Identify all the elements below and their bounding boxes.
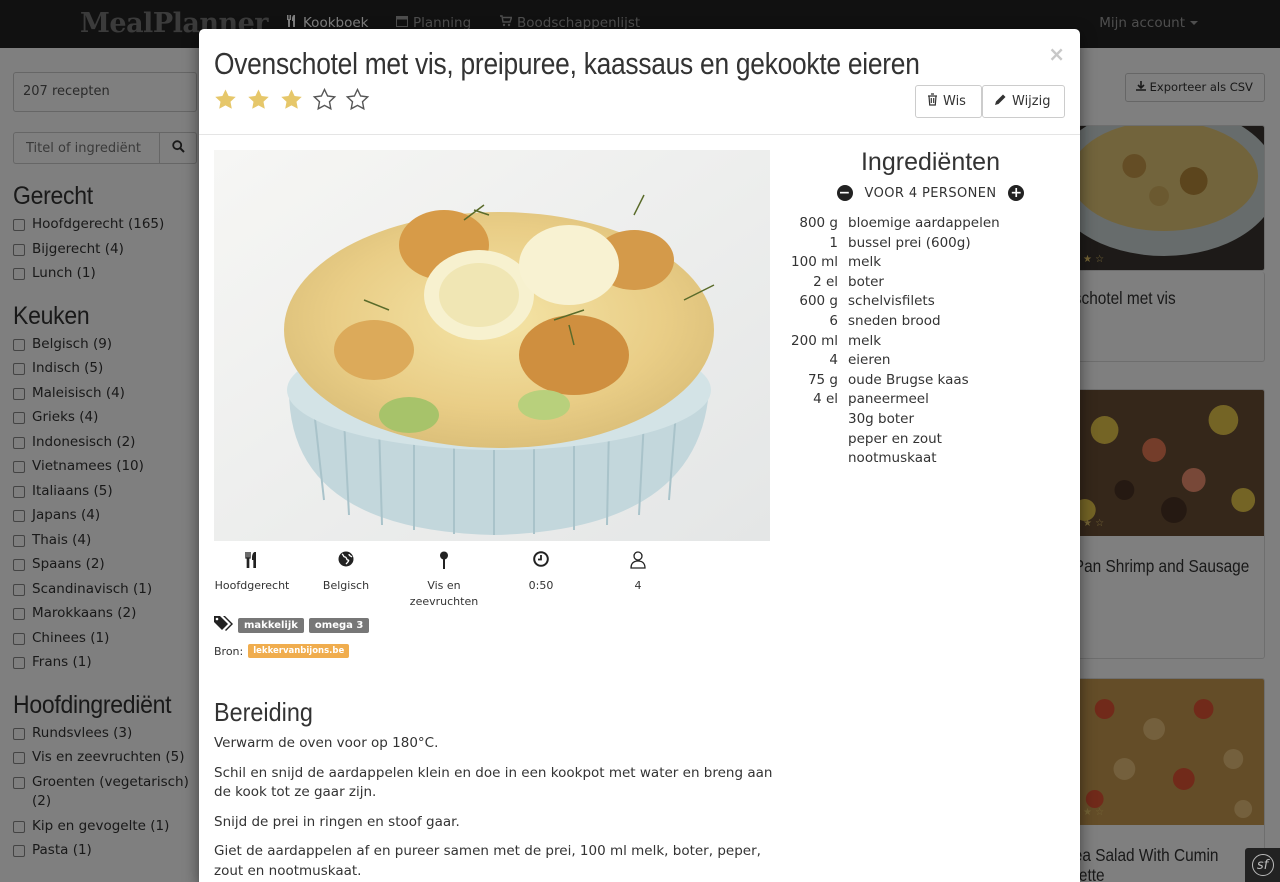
ingredients-title: Ingrediënten — [860, 148, 1000, 176]
meta-label: Hoofdgerecht — [214, 579, 290, 592]
symfony-toolbar-icon[interactable]: sf — [1245, 848, 1280, 882]
persons-label: VOOR 4 PERSONEN — [864, 185, 997, 201]
pin-icon — [394, 551, 494, 571]
tag-badge[interactable]: makkelijk — [238, 618, 304, 633]
ingredient-quantity — [788, 430, 848, 450]
delete-label: Wis — [943, 94, 966, 109]
edit-label: Wijzig — [1012, 94, 1051, 109]
preparation-step: Snijd de prei in ringen en stoof gaar. — [214, 813, 460, 830]
ingredient-name: peper en zout — [848, 430, 942, 447]
preparation-step: Schil en snijd de aardappelen klein en d… — [214, 764, 773, 801]
meta-label: Vis en zeevruchten — [409, 579, 479, 608]
delete-button[interactable]: Wis — [915, 85, 982, 118]
close-button[interactable]: × — [1048, 42, 1065, 66]
meta-label: 0:50 — [528, 579, 554, 592]
ingredient-name: boter — [848, 273, 884, 290]
meta-label: 4 — [634, 579, 642, 592]
star-filled-icon[interactable] — [246, 88, 271, 116]
ingredient-row: nootmuskaat — [788, 449, 1000, 469]
clock-icon — [491, 551, 591, 571]
ingredient-name: melk — [848, 254, 882, 271]
ingredient-quantity — [788, 410, 848, 430]
ingredient-quantity: 1 — [829, 234, 838, 251]
meta-persons: 4 — [588, 551, 688, 594]
ingredient-name: eieren — [848, 352, 891, 369]
ingredient-row: 6 sneden brood — [788, 312, 1000, 332]
ingredient-name: sneden brood — [848, 312, 941, 329]
star-empty-icon[interactable] — [345, 87, 370, 116]
trash-icon — [927, 93, 938, 110]
cutlery-icon — [202, 551, 302, 571]
ingredient-name: 30g boter — [848, 410, 915, 427]
star-filled-icon[interactable] — [213, 88, 238, 116]
edit-button[interactable]: Wijzig — [982, 85, 1065, 118]
ingredient-row: 4 el paneermeel — [788, 390, 1000, 410]
ingredient-name: schelvisfilets — [848, 293, 935, 310]
source-text: Bron: — [214, 644, 244, 658]
tags-icon — [214, 615, 233, 636]
symfony-logo-icon: sf — [1251, 854, 1274, 876]
preparation-step: Verwarm de oven voor op 180°C. — [214, 735, 439, 751]
meta-cuisine: Belgisch — [296, 551, 396, 594]
ingredient-name: nootmuskaat — [848, 450, 937, 467]
preparation-title: Bereiding — [214, 697, 313, 727]
source-link[interactable]: lekkervanbijons.be — [248, 644, 350, 658]
ingredient-quantity: 200 ml — [791, 332, 838, 349]
ingredient-name: bloemige aardappelen — [848, 215, 1000, 231]
rating-stars[interactable] — [213, 87, 370, 116]
ingredient-row: 2 el boter — [788, 273, 1000, 293]
plus-circle-icon[interactable]: + — [1008, 185, 1025, 201]
pencil-icon — [994, 93, 1007, 110]
ingredient-quantity: 800 g — [799, 215, 838, 231]
tag-badge[interactable]: omega 3 — [308, 618, 370, 633]
preparation-step: Giet de aardappelen af en pureer samen m… — [214, 843, 761, 879]
ingredient-name: bussel prei (600g) — [848, 234, 971, 251]
recipe-title: Ovenschotel met vis, preipuree, kaassaus… — [214, 46, 920, 81]
ingredient-name: oude Brugse kaas — [848, 371, 969, 388]
ingredient-name: paneermeel — [848, 391, 929, 408]
meta-main-ingredient: Vis en zeevruchten — [394, 551, 494, 610]
ingredient-quantity: 2 el — [813, 273, 838, 290]
globe-icon — [296, 551, 396, 571]
star-empty-icon[interactable] — [312, 87, 337, 116]
ingredient-quantity: 4 el — [813, 391, 838, 408]
ingredient-quantity: 6 — [829, 312, 838, 329]
ingredient-quantity: 4 — [829, 352, 838, 369]
person-icon — [588, 551, 688, 571]
persons-control: − VOOR 4 PERSONEN + — [809, 185, 1052, 201]
ingredient-row: 600 g schelvisfilets — [788, 292, 1000, 312]
recipe-image — [214, 150, 770, 541]
meta-course: Hoofdgerecht — [202, 551, 302, 594]
ingredient-row: 4 eieren — [788, 351, 1000, 371]
recipe-modal: Ovenschotel met vis, preipuree, kaassaus… — [199, 29, 1080, 882]
ingredient-list: 800 g bloemige aardappelen 1 bussel prei (6… — [788, 214, 1000, 469]
ingredient-row: 75 g oude Brugse kaas — [788, 371, 1000, 391]
ingredient-row: 100 ml melk — [788, 253, 1000, 273]
modal-header: Ovenschotel met vis, preipuree, kaassaus… — [199, 29, 1080, 135]
ingredient-row: peper en zout — [788, 430, 1000, 450]
ingredient-quantity — [788, 449, 848, 469]
star-filled-icon[interactable] — [279, 88, 304, 116]
ingredient-name: melk — [848, 332, 882, 349]
meta-time: 0:50 — [491, 551, 591, 594]
ingredient-quantity: 100 ml — [791, 254, 838, 271]
ingredient-row: 200 ml melk — [788, 332, 1000, 352]
tag-list: makkelijk omega 3 — [214, 615, 370, 636]
preparation-steps: Verwarm de oven voor op 180°C. Schil en … — [214, 734, 779, 882]
ingredient-row: 1 bussel prei (600g) — [788, 234, 1000, 254]
ingredient-row: 800 g bloemige aardappelen — [788, 214, 1000, 234]
minus-circle-icon[interactable]: − — [836, 185, 853, 201]
meta-label: Belgisch — [322, 579, 370, 592]
ingredient-row: 30g boter — [788, 410, 1000, 430]
ingredient-quantity: 75 g — [807, 371, 838, 388]
ingredient-quantity: 600 g — [799, 293, 838, 310]
source: Bron: lekkervanbijons.be — [214, 644, 350, 658]
